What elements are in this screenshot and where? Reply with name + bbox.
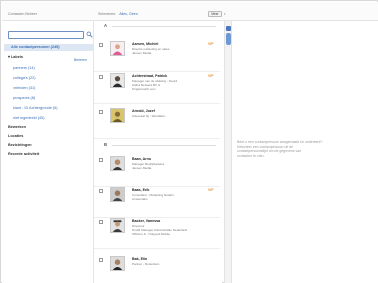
contact-photo	[110, 41, 125, 56]
sidebar-section-recent[interactable]: Recente activiteit	[8, 152, 39, 156]
sidebar-heading-labels[interactable]: ▾ Labels	[8, 54, 23, 59]
person-avatar-icon	[111, 74, 124, 87]
contact-name[interactable]: Backer, Vanessa	[132, 219, 160, 223]
hint-line: contacten te zien.	[237, 153, 265, 158]
sidebar-label-item[interactable]: partners (14)	[13, 66, 35, 70]
vip-badge: VIP	[208, 188, 214, 192]
row-checkbox[interactable]	[99, 110, 103, 114]
empty-state-hint: Bent u een contactpersoon aangemaakt en …	[237, 140, 347, 158]
letter-divider-a: A	[104, 23, 108, 28]
contact-photo	[110, 218, 125, 233]
row-checkbox[interactable]	[99, 75, 103, 79]
person-avatar-icon	[111, 219, 124, 232]
letter-divider-line	[112, 26, 216, 27]
contact-detail: Kinglematch.com	[132, 87, 156, 91]
contact-detail: Amsterdam	[132, 197, 148, 201]
contacts-window: Contacten Beheer Selecteren: Alles, Geen…	[0, 0, 378, 283]
person-avatar-icon	[111, 109, 124, 122]
letter-divider-line	[112, 145, 216, 146]
selection-link[interactable]: Alles, Geen	[119, 12, 138, 16]
search-input[interactable]	[8, 31, 84, 39]
row-checkbox[interactable]	[99, 158, 103, 162]
contact-row[interactable]: Backer, Vanessa Directeur Hoofd Manager …	[94, 217, 220, 249]
contact-detail-panel: Bent u een contactpersoon aangemaakt en …	[232, 21, 378, 283]
contact-row[interactable]: Baas, Erik Consultant - Marketing Notari…	[94, 186, 220, 218]
contact-photo	[110, 156, 125, 171]
contact-detail: Partner - Rotterdam	[132, 262, 160, 266]
list-scrollbar[interactable]	[224, 21, 232, 283]
letter-divider-b: B	[104, 142, 108, 147]
row-checkbox[interactable]	[99, 258, 103, 262]
sidebar-section-edit[interactable]: Bewerken	[8, 125, 26, 129]
contact-list: A Aarsen, Michiel Directie marketing en …	[94, 21, 222, 283]
app-title: Contacten Beheer	[8, 12, 37, 16]
contact-name[interactable]: Achterstraat, Patrick	[132, 74, 167, 78]
labels-heading: Labels	[10, 55, 23, 59]
contact-name[interactable]: Baan, Arno	[132, 157, 151, 161]
sidebar-label-item[interactable]: niet ingedeeld (45)	[13, 116, 44, 120]
selection-label: Selecteren:	[98, 12, 117, 16]
person-avatar-icon	[111, 188, 124, 201]
contact-row[interactable]: Bak, Elin Partner - Rotterdam	[94, 255, 220, 283]
more-button[interactable]: Meer	[208, 11, 222, 17]
row-checkbox[interactable]	[99, 220, 103, 224]
person-avatar-icon	[111, 157, 124, 170]
sidebar-section-views[interactable]: Bezichtingen	[8, 143, 32, 147]
top-bar: Contacten Beheer Selecteren: Alles, Geen…	[2, 2, 378, 21]
sidebar-label-item[interactable]: collega's (22)	[13, 76, 35, 80]
contact-name[interactable]: Bak, Elin	[132, 257, 147, 261]
contact-row[interactable]: Aarsen, Michiel Directie marketing en sa…	[94, 40, 220, 72]
search-icon[interactable]	[86, 31, 93, 38]
contact-photo	[110, 256, 125, 271]
sidebar-label-item[interactable]: vrienden (31)	[13, 86, 35, 90]
contact-row[interactable]: Baan, Arno Manager Bedrijfsadvies Jansen…	[94, 155, 220, 187]
contact-photo	[110, 73, 125, 88]
selection-bar: Selecteren: Alles, Geen	[98, 12, 138, 16]
contact-row[interactable]: Achterstraat, Patrick Manager van de afd…	[94, 72, 220, 104]
contact-detail: Advocaat bij - Westfalen	[132, 114, 166, 118]
row-checkbox[interactable]	[99, 43, 103, 47]
sidebar-label-item[interactable]: prospects (8)	[13, 96, 35, 100]
contact-row[interactable]: Arnold, Jozef Advocaat bij - Westfalen	[94, 107, 220, 139]
contact-photo	[110, 108, 125, 123]
contact-detail: Officie's & - Holgood Mobile	[132, 232, 171, 236]
vip-badge: VIP	[208, 74, 214, 78]
vip-badge: VIP	[208, 42, 214, 46]
scroll-thumb[interactable]	[226, 33, 231, 45]
person-avatar-icon	[111, 257, 124, 270]
contact-detail: Jansen Media	[132, 51, 152, 55]
contact-name[interactable]: Baas, Erik	[132, 188, 149, 192]
sidebar-item-all-contacts[interactable]: Alle contactpersonen (245)	[4, 44, 94, 51]
sidebar-label-item[interactable]: klant - ID Achtergronde (6)	[13, 106, 58, 110]
contact-photo	[110, 187, 125, 202]
manage-labels-link[interactable]: Beheren	[74, 58, 87, 62]
contact-detail: Jansen Media	[132, 166, 152, 170]
sidebar-section-locations[interactable]: Locaties	[8, 134, 23, 138]
row-checkbox[interactable]	[99, 189, 103, 193]
collapse-triangle-icon[interactable]: ▾	[8, 55, 10, 59]
sidebar: Alle contactpersonen (245) ▾ Labels Behe…	[2, 21, 94, 283]
contact-name[interactable]: Arnold, Jozef	[132, 109, 155, 113]
person-avatar-icon	[111, 42, 124, 55]
contact-name[interactable]: Aarsen, Michiel	[132, 42, 158, 46]
chevron-down-icon[interactable]: ▾	[224, 12, 226, 16]
scroll-up-arrow-icon[interactable]	[226, 26, 231, 31]
